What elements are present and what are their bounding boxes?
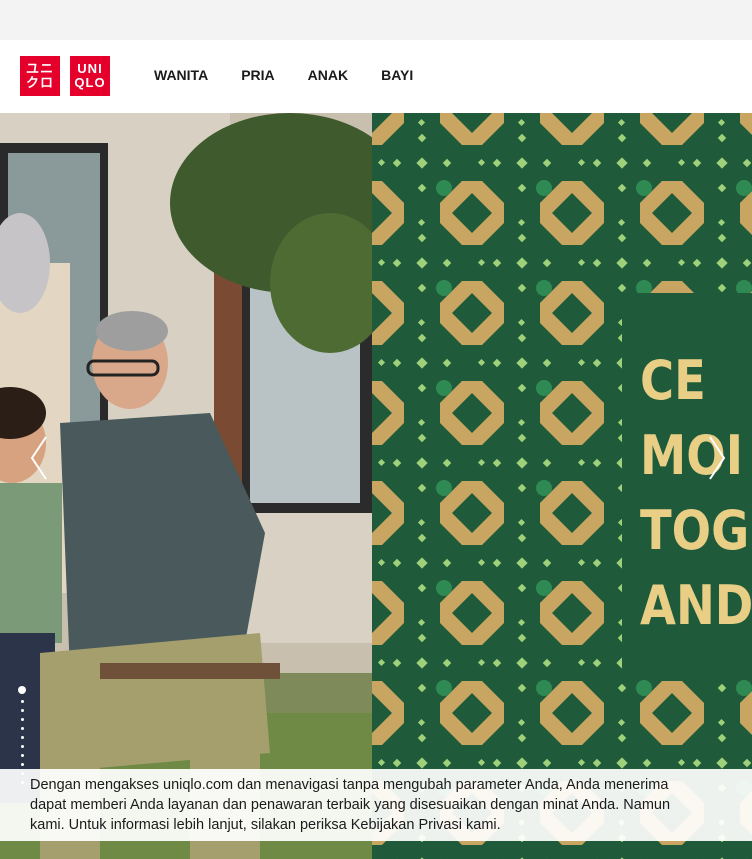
carousel-dot[interactable] xyxy=(20,718,24,721)
hero-headline-line-2: MOI xyxy=(640,424,743,487)
nav-item-wanita[interactable]: WANITA xyxy=(154,67,208,83)
carousel-dot[interactable] xyxy=(20,709,24,712)
cookie-notice-line-2: dapat memberi Anda layanan dan penawaran… xyxy=(30,797,671,813)
carousel-next-arrow-icon[interactable] xyxy=(704,433,728,483)
nav-item-bayi[interactable]: BAYI xyxy=(381,67,413,83)
top-utility-bar xyxy=(0,0,752,40)
logo-katakana-line-1: ユニ xyxy=(25,61,54,76)
carousel-dot[interactable] xyxy=(18,686,26,694)
logo-katakana-line-2: クロ xyxy=(25,75,54,90)
carousel-prev-arrow-icon[interactable] xyxy=(28,433,52,483)
main-nav: WANITA PRIA ANAK BAYI xyxy=(154,67,446,83)
carousel-dot[interactable] xyxy=(20,727,24,730)
carousel-dot[interactable] xyxy=(20,763,24,766)
site-header: ユニ クロ UNI QLO WANITA PRIA ANAK BAYI xyxy=(0,40,752,113)
hero-carousel[interactable]: CE MOI TOGE AND xyxy=(0,113,752,859)
cookie-notice-line-1: Dengan mengakses uniqlo.com dan menaviga… xyxy=(30,777,669,793)
logo-latin-line-2: QLO xyxy=(74,75,106,90)
hero-family-photo xyxy=(0,113,372,859)
carousel-dot[interactable] xyxy=(20,754,24,757)
hero-headline: CE MOI TOGE AND xyxy=(640,343,752,643)
hero-headline-line-3: TOGE xyxy=(640,499,752,562)
uniqlo-logo-katakana[interactable]: ユニ クロ xyxy=(20,56,60,96)
hero-headline-line-1: CE xyxy=(640,349,706,412)
carousel-dot[interactable] xyxy=(20,736,24,739)
uniqlo-logo-latin[interactable]: UNI QLO xyxy=(70,56,110,96)
nav-item-pria[interactable]: PRIA xyxy=(241,67,274,83)
cookie-consent-notice: Dengan mengakses uniqlo.com dan menaviga… xyxy=(0,769,752,841)
hero-headline-line-4: AND xyxy=(640,574,752,637)
carousel-dot[interactable] xyxy=(20,745,24,748)
nav-item-anak[interactable]: ANAK xyxy=(308,67,348,83)
cookie-notice-line-3: kami. Untuk informasi lebih lanjut, sila… xyxy=(30,817,501,833)
logo-latin-line-1: UNI xyxy=(77,61,103,76)
carousel-dot[interactable] xyxy=(20,700,24,703)
